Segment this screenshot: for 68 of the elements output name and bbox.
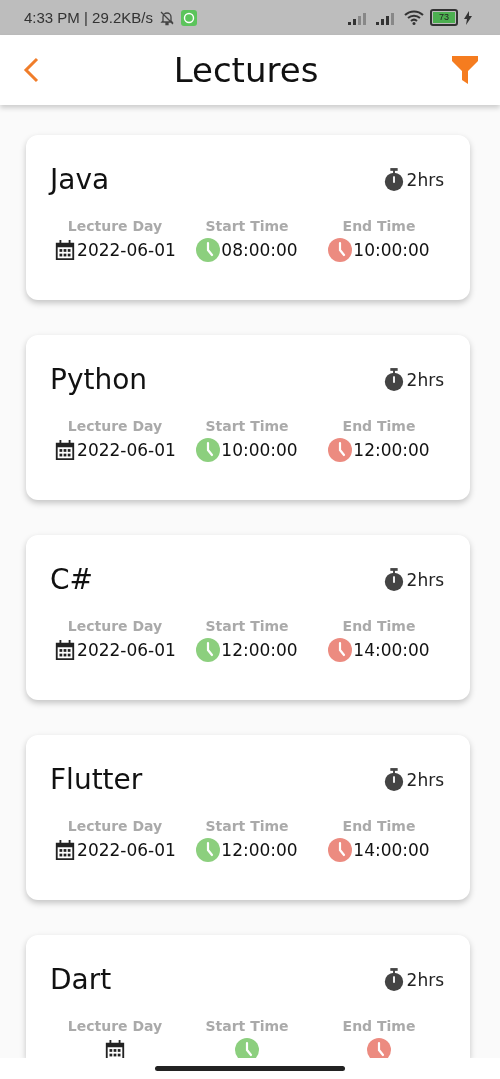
stopwatch-icon xyxy=(382,367,405,392)
field-value: 2022-06-01 xyxy=(77,240,176,260)
field-value: 2022-06-01 xyxy=(77,440,176,460)
field-label: End Time xyxy=(342,218,416,234)
lecture-card[interactable]: C# 2hrs Lecture Day 2022-06-01 Start Time 12:00:00 End Time 14:00:00 xyxy=(26,535,470,700)
field-label: Start Time xyxy=(205,418,289,434)
clock-icon xyxy=(328,638,353,662)
lecture-name: Flutter xyxy=(50,763,143,796)
lecture-name: Dart xyxy=(50,963,112,996)
back-icon[interactable] xyxy=(22,56,40,84)
field-label: Lecture Day xyxy=(67,818,163,834)
field-label: Lecture Day xyxy=(67,418,163,434)
lecture-card[interactable]: Java 2hrs Lecture Day 2022-06-01 Start Time 08:00:00 End Time 10:00:00 xyxy=(26,135,470,300)
battery-icon: 73 xyxy=(430,9,458,26)
duration: 2hrs xyxy=(406,969,444,990)
chat-app-icon xyxy=(180,9,197,26)
field-value: 10:00:00 xyxy=(221,440,298,460)
field-value: 2022-06-01 xyxy=(77,640,176,660)
field-label: End Time xyxy=(342,1018,416,1034)
stopwatch-icon xyxy=(382,767,405,792)
stopwatch-icon xyxy=(382,167,405,192)
wifi-icon xyxy=(404,10,424,25)
field-label: End Time xyxy=(342,618,416,634)
lecture-card[interactable]: Flutter 2hrs Lecture Day 2022-06-01 Start Time 12:00:00 End Time 14:00:00 xyxy=(26,735,470,900)
clock-icon xyxy=(328,838,353,862)
duration: 2hrs xyxy=(406,369,444,390)
calendar-icon xyxy=(54,239,77,261)
field-label: End Time xyxy=(342,818,416,834)
field-label: Lecture Day xyxy=(67,218,163,234)
status-text: 4:33 PM | 29.2KB/s xyxy=(24,9,153,26)
clock-icon xyxy=(196,238,221,262)
clock-icon xyxy=(196,838,221,862)
calendar-icon xyxy=(54,639,77,661)
lecture-name: Java xyxy=(50,163,110,196)
stopwatch-icon xyxy=(382,567,405,592)
field-label: Lecture Day xyxy=(67,1018,163,1034)
field-value: 2022-06-01 xyxy=(77,840,176,860)
field-value: 10:00:00 xyxy=(353,240,430,260)
field-value: 14:00:00 xyxy=(353,840,430,860)
field-value: 12:00:00 xyxy=(221,840,298,860)
calendar-icon xyxy=(54,439,77,461)
clock-icon xyxy=(328,438,353,462)
clock-icon xyxy=(328,238,353,262)
lecture-card[interactable]: Dart 2hrs Lecture Day Start Time End Time xyxy=(26,935,470,1058)
lecture-name: Python xyxy=(50,363,148,396)
duration: 2hrs xyxy=(406,569,444,590)
field-value: 14:00:00 xyxy=(353,640,430,660)
lecture-name: C# xyxy=(50,563,93,596)
field-value: 12:00:00 xyxy=(221,640,298,660)
field-label: Start Time xyxy=(205,218,289,234)
filter-icon[interactable] xyxy=(452,56,478,84)
calendar-icon xyxy=(54,839,77,861)
field-label: Start Time xyxy=(205,1018,289,1034)
muted-bell-icon xyxy=(158,9,175,26)
field-label: Start Time xyxy=(205,618,289,634)
clock-icon xyxy=(196,438,221,462)
page-title: Lectures xyxy=(173,50,319,90)
field-value: 08:00:00 xyxy=(221,240,298,260)
field-label: End Time xyxy=(342,418,416,434)
clock-icon xyxy=(196,638,221,662)
field-label: Start Time xyxy=(205,818,289,834)
field-value: 12:00:00 xyxy=(353,440,430,460)
charging-icon xyxy=(464,10,472,25)
field-label: Lecture Day xyxy=(67,618,163,634)
lecture-card[interactable]: Python 2hrs Lecture Day 2022-06-01 Start Time 10:00:00 End Time 12:00:00 xyxy=(26,335,470,500)
duration: 2hrs xyxy=(406,769,444,790)
duration: 2hrs xyxy=(406,169,444,190)
stopwatch-icon xyxy=(382,967,405,992)
